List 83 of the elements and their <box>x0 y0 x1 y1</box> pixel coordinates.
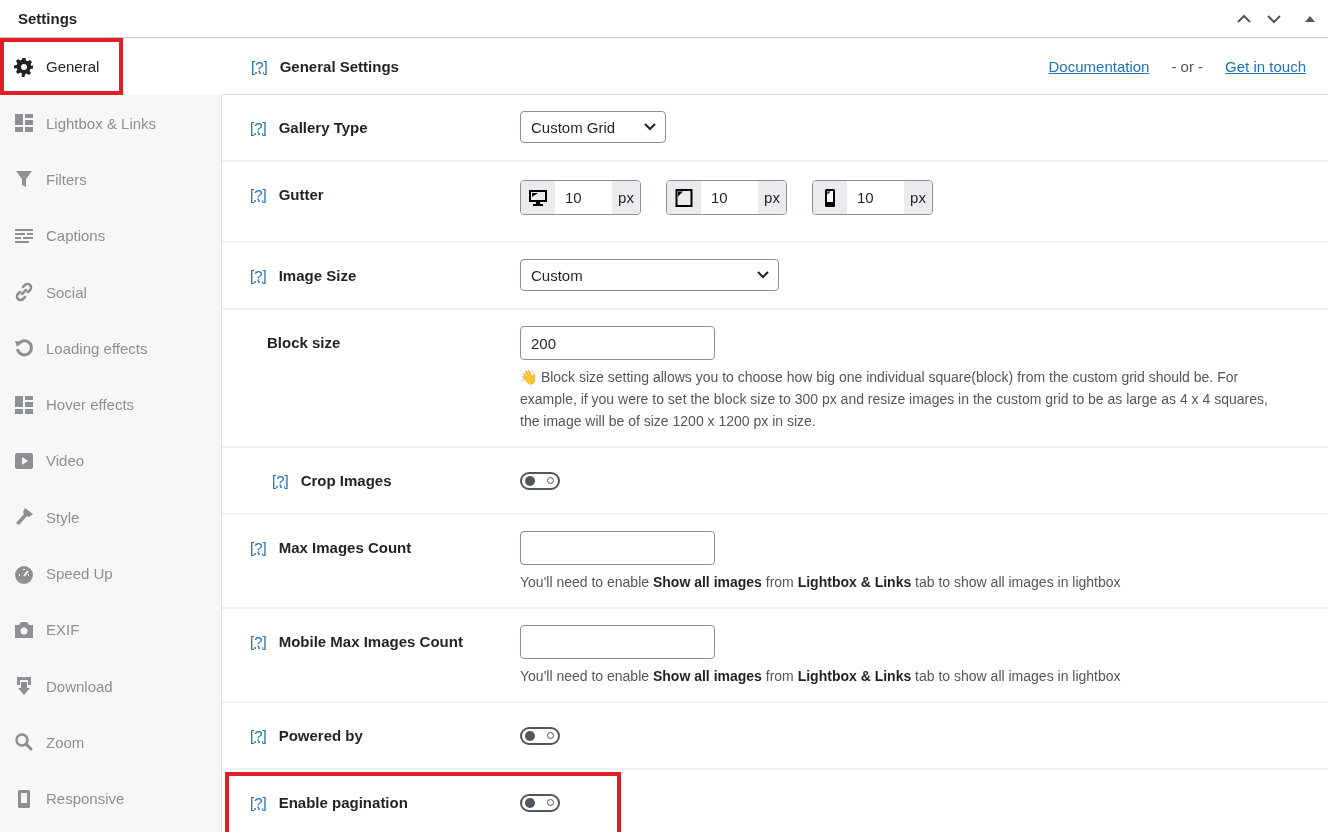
toggle-switch[interactable] <box>520 471 560 490</box>
sidebar-label: Style <box>46 508 80 526</box>
link-icon <box>14 282 34 303</box>
input-field[interactable]: 200 <box>520 326 715 360</box>
help-link[interactable]: [?] <box>250 185 267 203</box>
help-text: You'll need to enable Show all images from Lightbox & Links tab to show all images in lightbox <box>520 667 1122 686</box>
gauge-icon <box>14 563 34 584</box>
setting-label: Crop Images <box>300 472 392 489</box>
help-link[interactable]: [?] <box>251 57 268 75</box>
chevron-up-icon[interactable] <box>1236 13 1252 24</box>
gear-icon <box>14 56 34 77</box>
help-link[interactable]: [?] <box>272 472 289 489</box>
help-text: 👋 Block size setting allows you to choose how big one individual square(block) from the custom grid should be. For example, if you were to set the block size to 300 px and resize images in the custom grid to be as large as 4 x 4 squares, the image will be of size 1200 x 1200 px in size. <box>520 368 1269 431</box>
section-title: General Settings <box>279 57 399 75</box>
brush-icon <box>14 507 34 528</box>
chevron-down-icon[interactable] <box>1266 13 1282 24</box>
sidebar-tab[interactable]: Responsive <box>0 770 221 827</box>
sidebar-tab[interactable]: EXIF <box>0 601 221 658</box>
setting-label: Powered by <box>278 727 363 744</box>
sidebar-label: Speed Up <box>46 565 113 582</box>
toggle-switch[interactable] <box>520 726 560 745</box>
sidebar-label: Social <box>46 283 87 301</box>
contact-link[interactable]: Get in touch <box>1225 57 1306 75</box>
sidebar-label: Video <box>46 452 85 470</box>
sidebar-label: Loading effects <box>46 339 148 357</box>
setting-label: Enable pagination <box>278 794 408 811</box>
sidebar-tab[interactable]: Video <box>0 432 221 490</box>
grid-icon <box>14 394 34 415</box>
sidebar-label: Responsive <box>46 790 125 808</box>
sidebar-tab[interactable]: Style <box>0 489 221 546</box>
play-icon <box>14 450 34 471</box>
camera-icon <box>14 619 34 640</box>
sidebar-tab[interactable]: Filters <box>0 151 221 208</box>
setting-label: Max Images Count <box>278 538 412 556</box>
dropdown[interactable]: Custom Grid <box>520 111 666 143</box>
sidebar-label: Hover effects <box>46 396 135 414</box>
input-field[interactable] <box>520 625 715 659</box>
sidebar-tab[interactable]: Speed Up <box>0 545 221 602</box>
sidebar-label: Filters <box>46 170 87 188</box>
sidebar-label: General <box>46 58 100 75</box>
grid-icon <box>14 113 34 134</box>
setting-label: Image Size <box>278 266 357 284</box>
sidebar-tab[interactable]: Social <box>0 263 221 321</box>
documentation-link[interactable]: Documentation <box>1048 57 1150 75</box>
chevron-down-icon <box>756 270 770 280</box>
tablet-icon <box>674 187 694 208</box>
chevron-down-icon <box>643 122 657 132</box>
sidebar-tab[interactable]: Download <box>0 657 221 715</box>
monitor-icon <box>528 187 548 208</box>
setting-label: Mobile Max Images Count <box>278 632 463 650</box>
toggle-switch[interactable] <box>520 793 560 812</box>
help-link[interactable]: [?] <box>250 538 267 556</box>
sidebar-label: Download <box>46 677 113 695</box>
help-link[interactable]: [?] <box>250 118 267 136</box>
sidebar-tab[interactable]: Zoom <box>0 714 221 771</box>
gutter-field[interactable]: 10 px <box>812 180 933 215</box>
help-link[interactable]: [?] <box>250 794 267 811</box>
sidebar-tab[interactable]: Hover effects <box>0 376 221 433</box>
triangle-up-icon[interactable] <box>1304 14 1316 23</box>
gutter-field[interactable]: 10 px <box>666 180 787 215</box>
help-link[interactable]: [?] <box>250 727 267 744</box>
sidebar-tab[interactable]: Lightbox & Links <box>0 95 221 152</box>
funnel-icon <box>14 169 34 190</box>
gutter-field[interactable]: 10 px <box>520 180 641 215</box>
panel-title: Settings <box>18 10 78 27</box>
sidebar-label: Captions <box>46 227 106 245</box>
sidebar-tab[interactable]: Captions <box>0 207 221 264</box>
sidebar-label: Lightbox & Links <box>46 114 157 132</box>
refresh-icon <box>14 338 34 359</box>
input-field[interactable] <box>520 531 715 565</box>
sidebar-tab[interactable]: Loading effects <box>0 320 221 377</box>
separator-text: - or - <box>1171 57 1204 75</box>
help-link[interactable]: [?] <box>250 632 267 650</box>
search-icon <box>14 732 34 753</box>
setting-label: Gutter <box>278 185 324 203</box>
sidebar-label: Zoom <box>46 733 85 751</box>
dropdown[interactable]: Custom <box>520 259 779 291</box>
sidebar-label: EXIF <box>46 621 80 639</box>
download-icon <box>14 676 34 697</box>
help-link[interactable]: [?] <box>250 266 267 284</box>
setting-label: Gallery Type <box>278 118 368 136</box>
help-text: You'll need to enable Show all images from Lightbox & Links tab to show all images in lightbox <box>520 573 1122 592</box>
setting-label: Block size <box>267 333 341 351</box>
